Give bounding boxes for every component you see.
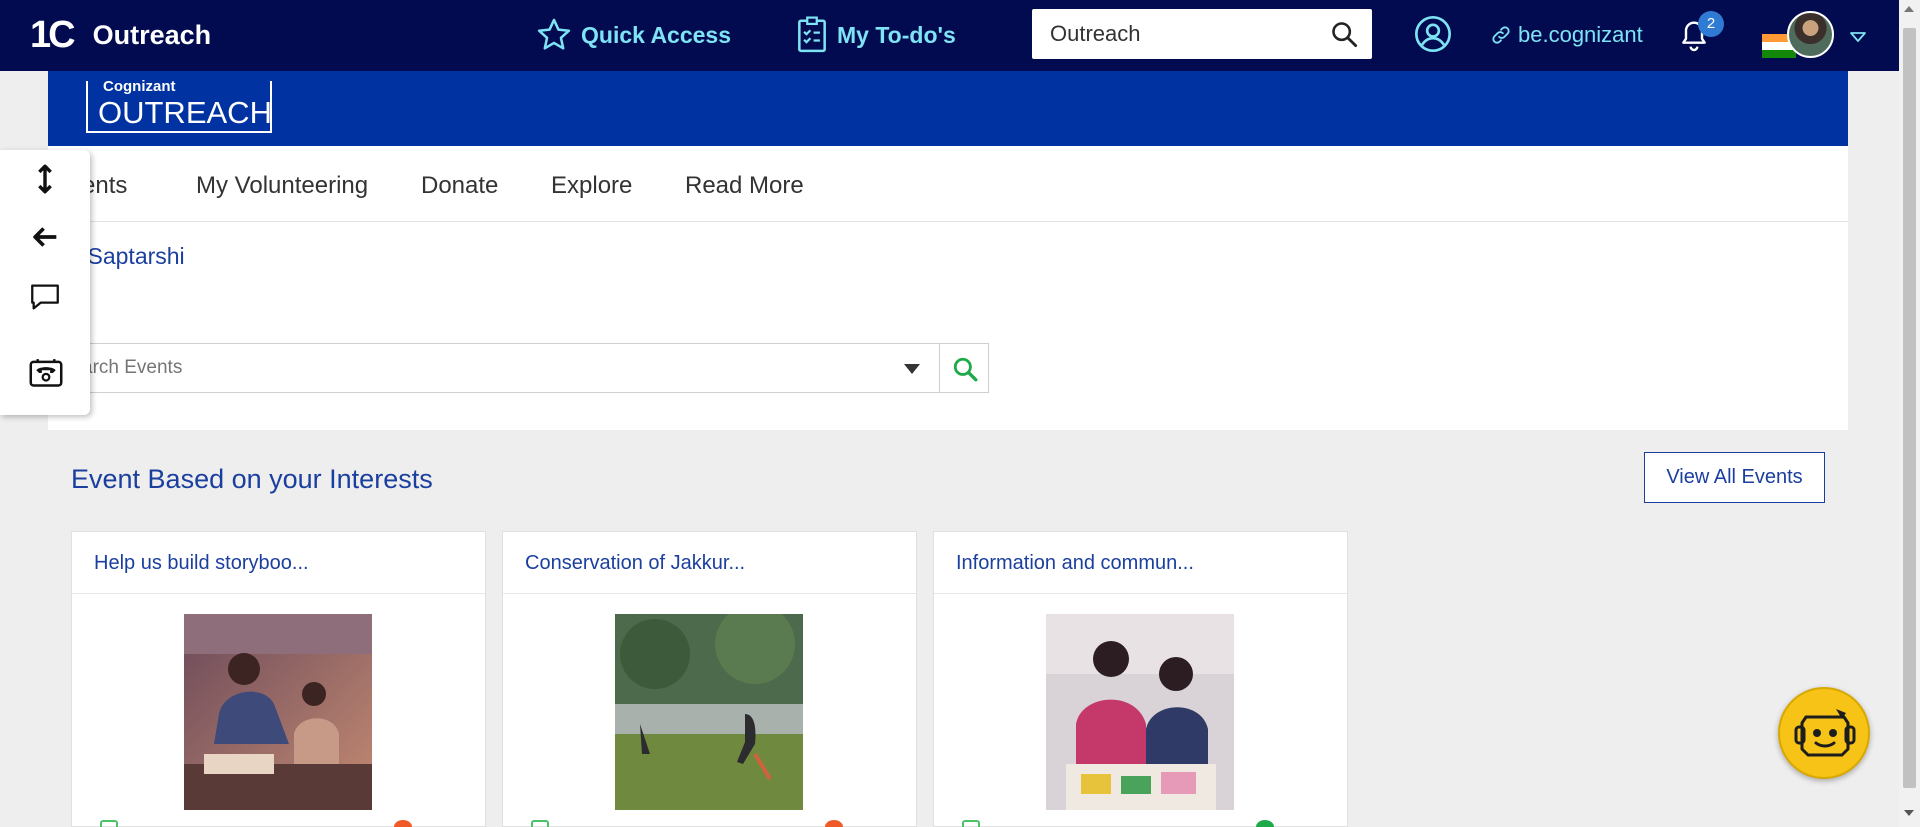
event-card-image bbox=[1046, 614, 1234, 810]
brand-name: Outreach bbox=[92, 20, 212, 50]
status-dot-icon bbox=[1256, 820, 1274, 827]
outreach-logo[interactable]: Cognizant OUTREACH bbox=[86, 78, 272, 133]
my-todos-label: My To-do's bbox=[837, 21, 956, 48]
nav-item-donate[interactable]: Donate bbox=[421, 172, 498, 200]
logo-cognizant-text: Cognizant bbox=[100, 78, 179, 95]
outreach-banner: Cognizant OUTREACH bbox=[48, 71, 1848, 146]
nav-item-explore[interactable]: Explore bbox=[551, 172, 632, 200]
event-card[interactable]: Information and commun... bbox=[933, 531, 1348, 827]
calendar-icon bbox=[962, 820, 980, 827]
star-icon bbox=[537, 18, 571, 50]
event-card-title[interactable]: Information and commun... bbox=[934, 532, 1347, 594]
avatar[interactable] bbox=[1787, 11, 1834, 58]
top-navigation-bar: 1C Outreach Quick Access My To-do's be.c… bbox=[0, 0, 1920, 71]
link-icon bbox=[1492, 26, 1510, 44]
calendar-icon bbox=[531, 820, 549, 827]
chevron-down-icon[interactable] bbox=[904, 364, 920, 374]
quick-access-button[interactable]: Quick Access bbox=[535, 16, 731, 54]
event-card[interactable]: Help us build storyboo... bbox=[71, 531, 486, 827]
notification-count-badge: 2 bbox=[1698, 11, 1724, 37]
page-scrollbar[interactable] bbox=[1899, 0, 1920, 827]
event-search-button[interactable] bbox=[939, 343, 989, 393]
quick-access-label: Quick Access bbox=[581, 21, 732, 48]
nav-item-read-more[interactable]: Read More bbox=[685, 172, 804, 200]
user-search-icon[interactable] bbox=[1413, 14, 1453, 54]
event-card-title[interactable]: Conservation of Jakkur... bbox=[503, 532, 916, 594]
chat-bubble-icon[interactable] bbox=[28, 280, 62, 314]
logo-outreach-text: OUTREACH bbox=[98, 95, 272, 130]
search-icon[interactable] bbox=[1330, 20, 1358, 48]
event-card-title[interactable]: Help us build storyboo... bbox=[72, 532, 485, 594]
be-cognizant-label: be.cognizant bbox=[1518, 22, 1643, 47]
status-dot-icon bbox=[825, 820, 843, 827]
scroll-down-icon[interactable] bbox=[1904, 810, 1914, 816]
event-card-image bbox=[615, 614, 803, 810]
be-cognizant-link[interactable]: be.cognizant bbox=[1490, 22, 1643, 48]
support-phone-icon[interactable] bbox=[28, 356, 64, 390]
brand-logo: 1C bbox=[30, 14, 76, 56]
expand-vertical-icon[interactable] bbox=[28, 162, 62, 196]
event-search-input[interactable] bbox=[82, 354, 862, 382]
my-todos-button[interactable]: My To-do's bbox=[795, 16, 956, 54]
user-greeting: i Saptarshi bbox=[76, 243, 185, 269]
outreach-nav: vents My Volunteering Donate Explore Rea… bbox=[48, 146, 1848, 222]
arrow-left-icon[interactable] bbox=[28, 220, 62, 254]
checklist-icon bbox=[798, 16, 826, 53]
status-dot-icon bbox=[394, 820, 412, 827]
search-icon bbox=[953, 357, 978, 382]
chatbot-button[interactable] bbox=[1778, 687, 1870, 779]
event-card[interactable]: Conservation of Jakkur... bbox=[502, 531, 917, 827]
chatbot-icon bbox=[1794, 709, 1856, 757]
brand[interactable]: 1C Outreach bbox=[30, 16, 211, 54]
view-all-events-button[interactable]: View All Events bbox=[1644, 452, 1825, 503]
event-card-image bbox=[184, 614, 372, 810]
side-toolbar bbox=[0, 150, 90, 415]
scrollbar-thumb[interactable] bbox=[1903, 28, 1916, 788]
scroll-up-icon[interactable] bbox=[1904, 6, 1914, 12]
section-title: Event Based on your Interests bbox=[71, 464, 433, 494]
global-search-input[interactable] bbox=[1050, 19, 1310, 49]
global-search-box bbox=[1032, 9, 1372, 59]
outreach-header-panel: vents My Volunteering Donate Explore Rea… bbox=[48, 146, 1848, 430]
event-search-bar bbox=[73, 343, 989, 393]
calendar-icon bbox=[100, 820, 118, 827]
nav-item-my-volunteering[interactable]: My Volunteering bbox=[196, 172, 368, 200]
chevron-down-icon[interactable] bbox=[1849, 30, 1867, 44]
